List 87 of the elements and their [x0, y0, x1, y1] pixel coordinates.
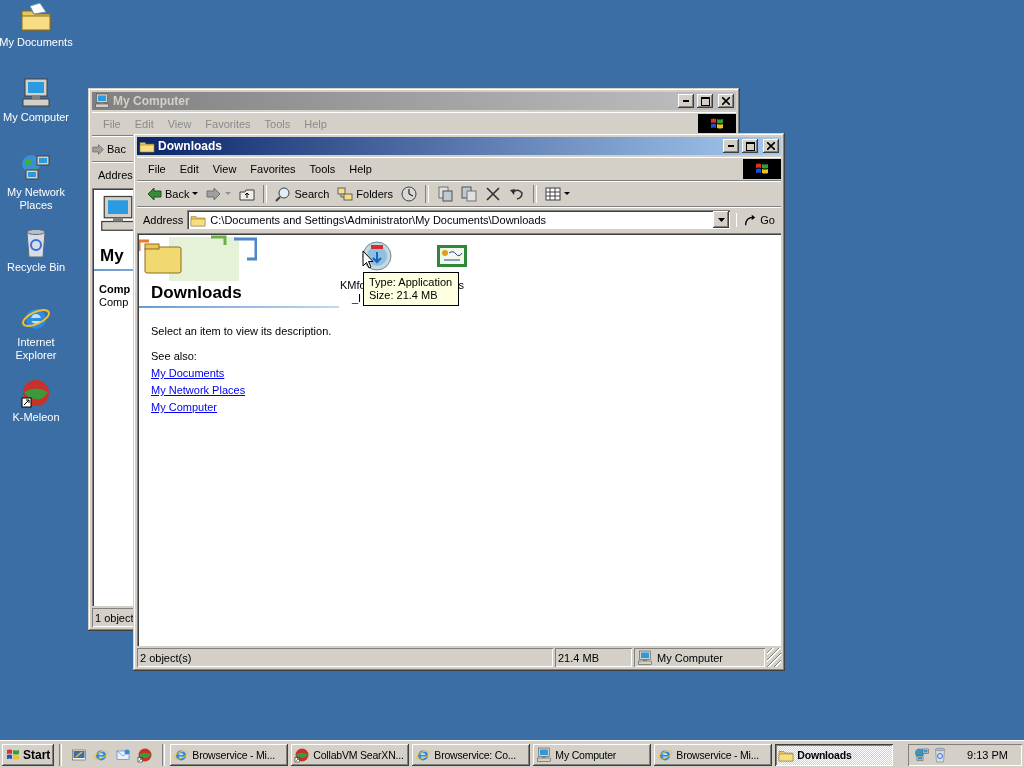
close-icon	[722, 97, 730, 105]
tooltip-text: Type: Application	[369, 276, 453, 289]
link[interactable]: My Documents	[151, 367, 225, 379]
taskbar-button[interactable]: Downloads	[775, 743, 894, 766]
desktop-icon-label[interactable]: My Computer	[3, 111, 69, 124]
search-icon	[275, 186, 292, 202]
history-button[interactable]	[398, 184, 420, 204]
views-icon	[545, 186, 561, 202]
status-zone: My Computer	[634, 648, 765, 667]
copy-icon	[461, 186, 477, 202]
minimize-icon	[683, 100, 689, 102]
caret-icon[interactable]	[192, 192, 199, 196]
window-title: Downloads	[158, 139, 223, 153]
start-button[interactable]: Start	[2, 743, 55, 766]
maximize-icon	[745, 141, 755, 151]
caret-icon	[717, 217, 725, 222]
resize-grip[interactable]	[767, 648, 781, 667]
folders-icon	[337, 186, 354, 202]
see-also-label: See also:	[150, 349, 198, 364]
taskbar-button[interactable]: Browservice - Mi...	[654, 743, 773, 766]
menu-item[interactable]: Favorites	[243, 161, 303, 177]
menu-item[interactable]: Tools	[302, 161, 343, 177]
file-name[interactable]: _I	[339, 292, 362, 305]
description-text: Select an item to view its description.	[150, 324, 333, 339]
pane-heading: Comp	[99, 283, 131, 296]
go-button[interactable]: Go	[736, 212, 781, 227]
back-icon	[146, 186, 162, 202]
file-name[interactable]: s	[458, 279, 464, 292]
history-icon	[401, 186, 417, 202]
desktop-icon-label[interactable]: My Network Places	[0, 186, 76, 212]
taskbar-button[interactable]: My Computer	[533, 743, 652, 766]
documents-icon	[20, 2, 52, 34]
undo-icon	[509, 186, 525, 202]
desktop-icon-label[interactable]: K-Meleon	[12, 411, 60, 424]
minimize-button[interactable]	[723, 139, 739, 153]
clock: 9:13 PM	[967, 748, 1008, 761]
computer-icon	[536, 746, 553, 763]
up-icon	[239, 186, 256, 202]
network-icon	[914, 746, 930, 763]
delete-icon	[485, 186, 501, 202]
close-button[interactable]	[763, 139, 779, 153]
menu-item[interactable]: Help	[342, 161, 379, 177]
minimize-icon	[728, 145, 734, 147]
caret-icon[interactable]	[564, 192, 570, 196]
views-button[interactable]	[542, 184, 573, 204]
link[interactable]: My Computer	[151, 401, 218, 413]
pointer-icon	[362, 250, 374, 270]
status-text: 2 object(s)	[137, 648, 553, 667]
pane-title: My	[99, 245, 125, 266]
move-icon	[437, 186, 453, 202]
maximize-icon	[700, 96, 710, 106]
menu-item[interactable]: File	[141, 161, 173, 177]
search-button[interactable]: Search	[272, 184, 333, 204]
tooltip-text: Size: 21.4 MB	[369, 289, 439, 302]
go-arrow-icon	[743, 212, 758, 227]
link[interactable]: My Network Places	[151, 384, 246, 396]
taskbar-button[interactable]: Browservice - Mi...	[170, 743, 289, 766]
taskbar-button[interactable]: CollabVM SearXN...	[291, 743, 410, 766]
desktop-icon-label[interactable]: My Documents	[0, 36, 73, 49]
window-title: My Computer	[113, 94, 191, 108]
pane-text: Comp	[99, 296, 129, 309]
desktop-icon-label[interactable]: Internet Explorer	[0, 336, 76, 362]
quick-launch-button[interactable]	[137, 746, 154, 763]
folders-button[interactable]: Folders	[334, 184, 396, 204]
computer-icon	[20, 77, 52, 109]
taskbar-button[interactable]: Browservice: Co...	[412, 743, 531, 766]
kmeleon-icon	[20, 377, 52, 409]
forward-icon	[206, 186, 223, 202]
computer-icon	[94, 93, 110, 109]
status-size: 21.4 MB	[555, 648, 632, 667]
close-icon	[767, 142, 775, 150]
pane-title: Downloads	[150, 282, 243, 303]
menu-item[interactable]: View	[205, 161, 244, 177]
back-button[interactable]: Back	[143, 184, 202, 204]
address-field[interactable]: C:\Documents and Settings\Administrator\My Documents\Downloads	[187, 210, 731, 229]
quick-launch-button[interactable]	[71, 746, 88, 763]
maximize-button[interactable]	[742, 139, 758, 153]
dropdown-button[interactable]	[713, 211, 730, 228]
menu-item[interactable]: Edit	[172, 161, 206, 177]
back-button[interactable]: Bac	[92, 142, 126, 156]
kmeleon-icon	[294, 746, 311, 763]
desktop-icon	[71, 746, 88, 763]
kmeleon-icon	[137, 746, 154, 763]
computer-icon	[637, 649, 653, 666]
address-label: Addres	[98, 168, 133, 181]
address-label: Address	[143, 213, 184, 226]
desktop-icon-label[interactable]: Recycle Bin	[6, 261, 66, 274]
